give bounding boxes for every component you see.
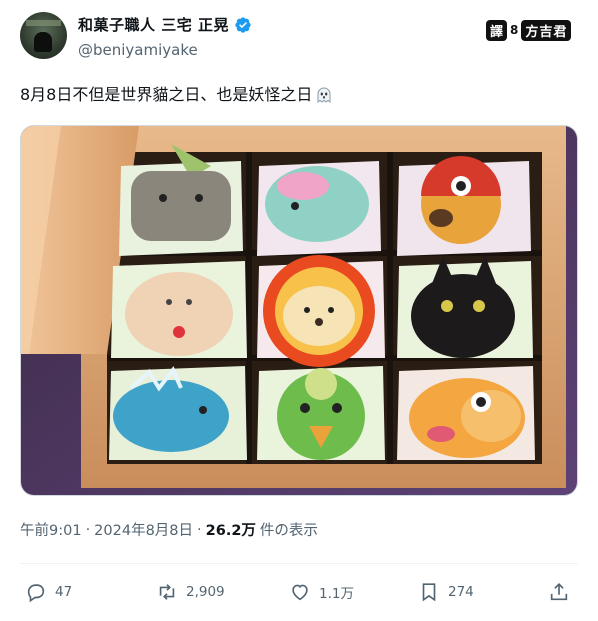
views-label: 件の表示: [259, 523, 318, 539]
reply-icon: [27, 584, 45, 603]
tweet-meta: 午前9:01 · 2024年8月8日 · 26.2万 件の表示: [20, 519, 318, 540]
tweet-header: 和菓子職人 三宅 正晃 @beniyamiyake 譯 8 方吉君: [0, 0, 598, 70]
repost-count: 2,909: [186, 584, 225, 600]
tweet-text: 8月8日不但是世界貓之日、也是妖怪之日: [20, 84, 334, 106]
tweet-date[interactable]: 2024年8月8日: [94, 519, 193, 540]
reply-count: 47: [55, 584, 73, 600]
action-bar: 47 2,909 1.1万 274: [20, 574, 578, 610]
avatar-figure: [34, 32, 52, 52]
repost-button[interactable]: 2,909: [156, 581, 225, 603]
views-count[interactable]: 26.2万: [206, 519, 256, 540]
like-count: 1.1万: [319, 586, 354, 602]
share-button[interactable]: [548, 581, 570, 603]
tweet-time[interactable]: 午前9:01: [20, 519, 82, 540]
like-button[interactable]: 1.1万: [289, 581, 354, 603]
verified-badge-icon: [235, 16, 251, 33]
bookmark-icon: [422, 583, 436, 602]
tweet-text-body: 8月8日不但是世界貓之日、也是妖怪之日: [20, 85, 313, 104]
name-row: 和菓子職人 三宅 正晃: [78, 14, 252, 35]
wagashi-box-illustration: [21, 126, 577, 495]
repost-icon: [159, 584, 175, 600]
meta-separator: ·: [197, 521, 202, 538]
display-name[interactable]: 和菓子職人 三宅 正晃: [78, 14, 229, 35]
translate-badge[interactable]: 譯 8 方吉君: [486, 19, 572, 41]
bookmark-count: 274: [448, 584, 474, 600]
bookmark-button[interactable]: 274: [418, 581, 474, 603]
translate-brand: 方吉君: [521, 19, 572, 41]
handle[interactable]: @beniyamiyake: [78, 41, 198, 59]
share-icon: [550, 583, 568, 601]
translate-kanji: 譯: [486, 19, 508, 41]
meta-separator: ·: [85, 521, 91, 538]
avatar-lamp: [26, 20, 61, 26]
tweet-photo[interactable]: [20, 125, 578, 496]
translate-num: 8: [510, 23, 519, 37]
reply-button[interactable]: 47: [25, 581, 72, 603]
avatar[interactable]: [20, 12, 67, 59]
ghost-emoji-icon: [317, 87, 331, 104]
heart-icon: [292, 584, 308, 601]
divider: [20, 563, 578, 564]
